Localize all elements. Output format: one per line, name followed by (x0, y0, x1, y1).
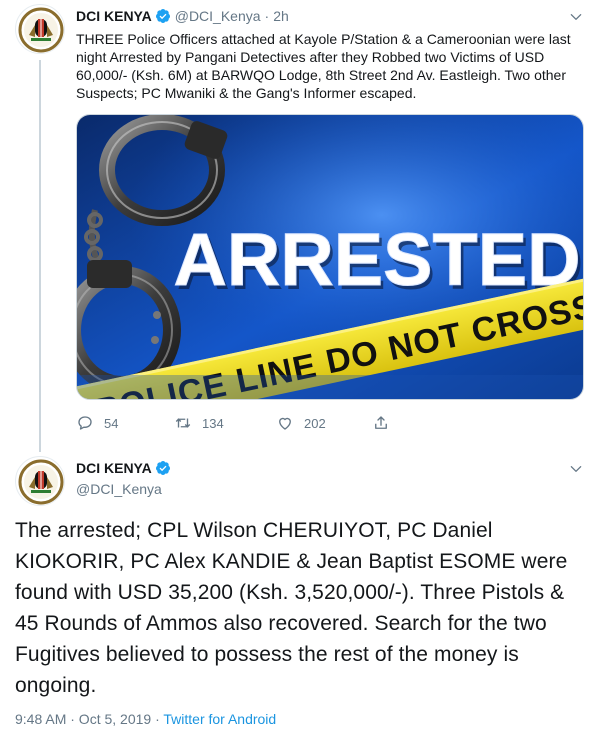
retweet-arrows-icon (175, 418, 191, 428)
speech-bubble-icon (78, 416, 92, 430)
retweet-count: 134 (202, 415, 224, 431)
chevron-down-icon[interactable] (569, 10, 583, 24)
author-handle[interactable]: @DCI_Kenya (76, 481, 171, 497)
chevron-down-icon[interactable] (569, 462, 583, 476)
headline-text: ARRESTED (173, 218, 580, 301)
tweet-text: THREE Police Officers attached at Kayole… (76, 31, 571, 101)
thread-connector-line (39, 60, 41, 452)
heart-icon (279, 417, 291, 430)
tweet-text: The arrested; CPL Wilson CHERUIYOT, PC D… (15, 519, 568, 697)
tweet-header: DCI KENYA @DCI_Kenya · 2h (76, 8, 289, 24)
tweet-1[interactable]: DCI KENYA @DCI_Kenya · 2h THREE Police O… (0, 0, 597, 452)
avatar[interactable] (15, 456, 65, 506)
verified-badge-icon (155, 461, 170, 475)
like-button[interactable]: 202 (276, 414, 326, 432)
tweet-header: DCI KENYA @DCI_Kenya (76, 460, 171, 497)
author-name[interactable]: DCI KENYA (76, 8, 152, 24)
separator-dot: · (264, 8, 270, 24)
share-button[interactable] (372, 414, 400, 432)
avatar[interactable] (15, 4, 65, 54)
dci-logo-icon (17, 458, 64, 505)
tweet-time[interactable]: 2h (273, 8, 289, 24)
share-upload-icon (375, 416, 387, 429)
arrested-image: ARRESTED ARRESTED POLICE LINE DO NOT CRO… (77, 115, 583, 399)
verified-badge-icon (155, 9, 170, 23)
author-name[interactable]: DCI KENYA (76, 460, 152, 476)
tweet-timestamp-line: 9:48 AM · Oct 5, 2019 · Twitter for Andr… (15, 711, 276, 727)
reply-button[interactable]: 54 (76, 414, 118, 432)
tweet-source-link[interactable]: Twitter for Android (163, 711, 276, 727)
retweet-button[interactable]: 134 (174, 414, 224, 432)
dci-logo-icon (17, 6, 64, 53)
tweet-actions: 54 134 202 (76, 414, 584, 438)
like-count: 202 (304, 415, 326, 431)
tweet-timestamp[interactable]: 9:48 AM · Oct 5, 2019 · (15, 711, 163, 727)
tweet-media-image[interactable]: ARRESTED ARRESTED POLICE LINE DO NOT CRO… (76, 114, 584, 400)
reply-count: 54 (104, 415, 119, 431)
author-handle[interactable]: @DCI_Kenya (175, 8, 261, 24)
